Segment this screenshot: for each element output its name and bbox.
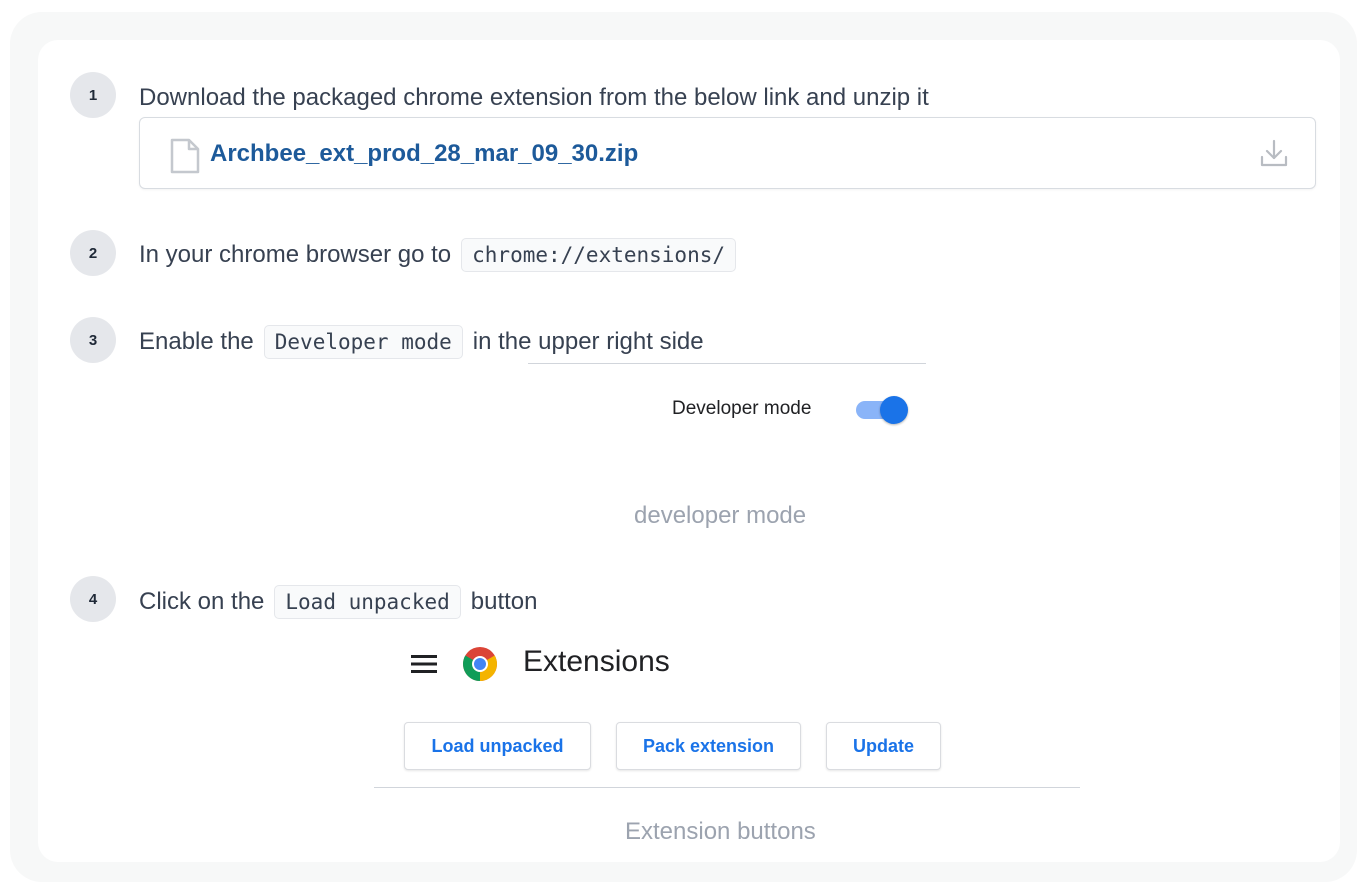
step-3-label: Enable the (139, 328, 254, 355)
image-top-divider (528, 363, 926, 364)
file-icon (170, 138, 200, 179)
step-number-4: 4 (70, 576, 116, 622)
step-number-3: 3 (70, 317, 116, 363)
file-attachment[interactable]: Archbee_ext_prod_28_mar_09_30.zip (139, 117, 1316, 189)
extensions-url-code: chrome://extensions/ (461, 238, 737, 272)
update-button[interactable]: Update (826, 722, 941, 770)
pack-extension-button[interactable]: Pack extension (616, 722, 801, 770)
step-number-1: 1 (70, 72, 116, 118)
step-3-label-after: in the upper right side (472, 328, 704, 355)
step-3-text: Enable the Developer mode in the upper r… (139, 325, 704, 359)
toggle-knob[interactable] (880, 396, 908, 424)
step-2-label: In your chrome browser go to (139, 241, 452, 268)
step-2-text: In your chrome browser go to chrome://ex… (139, 238, 746, 272)
image-bottom-divider (374, 787, 1080, 788)
developer-mode-caption: developer mode (634, 502, 807, 529)
load-unpacked-button[interactable]: Load unpacked (404, 722, 591, 770)
extensions-title: Extensions (523, 645, 670, 678)
chrome-logo-icon (462, 646, 498, 687)
file-link[interactable]: Archbee_ext_prod_28_mar_09_30.zip (210, 140, 638, 168)
step-4-label-after: button (470, 588, 538, 615)
step-4-label: Click on the (139, 588, 265, 615)
developer-mode-label: Developer mode (672, 398, 812, 419)
extension-buttons-caption: Extension buttons (625, 818, 816, 845)
download-icon[interactable] (1259, 138, 1289, 175)
step-4-text: Click on the Load unpacked button (139, 585, 538, 619)
step-number-2: 2 (70, 230, 116, 276)
hamburger-menu-icon[interactable] (411, 654, 437, 679)
step-1-text: Download the packaged chrome extension f… (139, 84, 929, 111)
developer-mode-code: Developer mode (263, 325, 463, 359)
load-unpacked-code: Load unpacked (274, 585, 461, 619)
